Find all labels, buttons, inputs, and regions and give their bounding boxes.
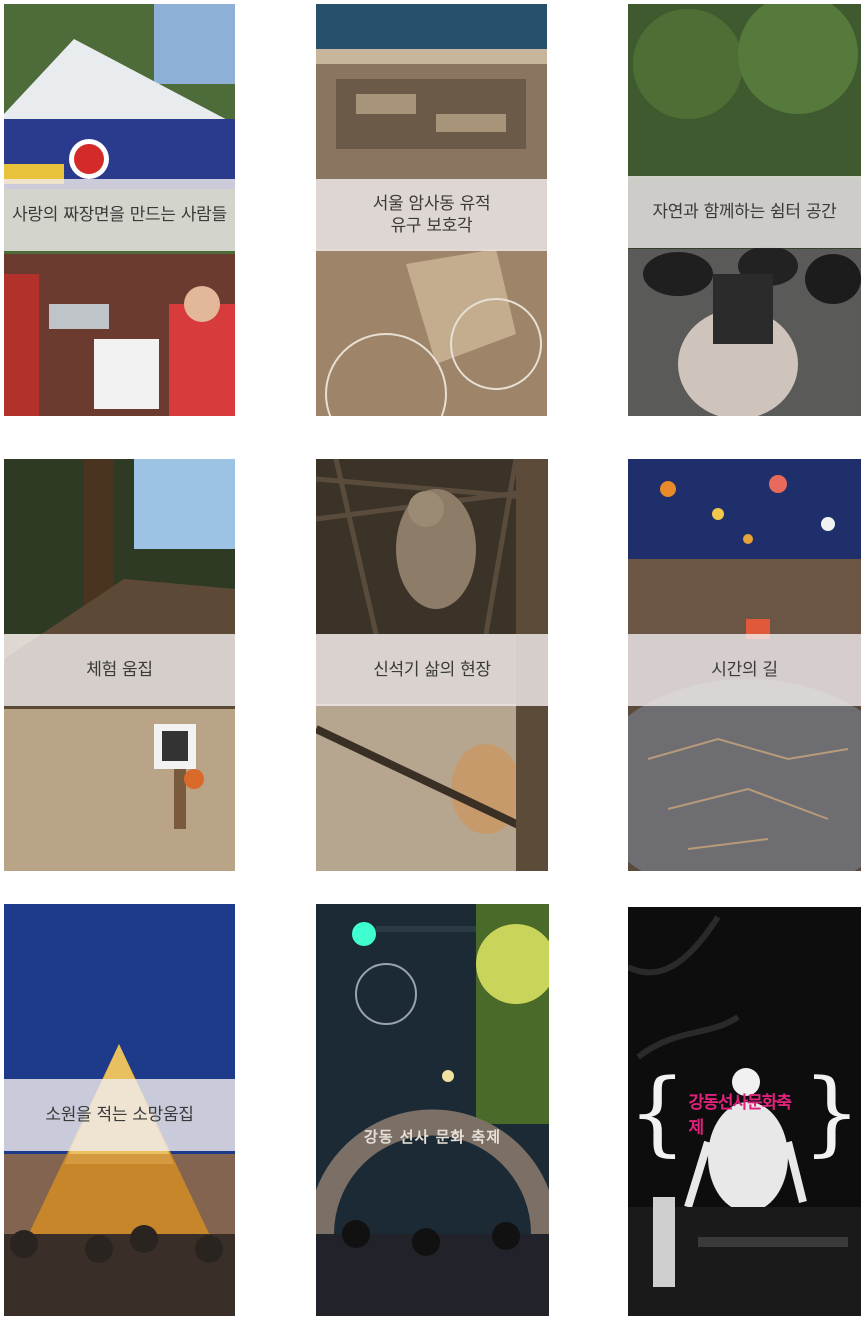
caption-band: 자연과 함께하는 쉼터 공간 (628, 176, 861, 248)
caption-band: 서울 암사동 유적 유구 보호각 (316, 179, 547, 251)
gallery-tile-7[interactable]: 소원을 적는 소망움집 (4, 904, 235, 1316)
gate-sign-text: 강동 선사 문화 축제 (363, 1128, 502, 1146)
tile-caption: 체험 움집 (86, 660, 153, 680)
gallery-tile-8[interactable]: 강동 선사 문화 축제 (316, 904, 549, 1316)
festival-logo: { 강동선사문화축제 } (628, 1067, 861, 1159)
tile-caption: 자연과 함께하는 쉼터 공간 (652, 202, 837, 222)
caption-band: 사랑의 짜장면을 만드는 사람들 (4, 179, 235, 251)
night-gate-photo (316, 904, 549, 1316)
festival-logo-text: 강동선사문화축제 (688, 1093, 792, 1138)
left-brace-icon: { (628, 1059, 687, 1166)
caption-band: 신석기 삶의 현장 (316, 634, 548, 706)
gallery-tile-5[interactable]: 신석기 삶의 현장 (316, 459, 548, 871)
tile-caption: 사랑의 짜장면을 만드는 사람들 (12, 205, 227, 225)
gallery-tile-4[interactable]: 체험 움집 (4, 459, 235, 871)
right-brace-icon: } (802, 1059, 861, 1166)
tile-caption: 서울 암사동 유적 유구 보호각 (372, 194, 491, 236)
gallery-tile-6[interactable]: 시간의 길 (628, 459, 861, 871)
caption-band: 소원을 적는 소망움집 (4, 1079, 235, 1151)
tile-caption: 신석기 삶의 현장 (373, 660, 491, 680)
caption-band: 시간의 길 (628, 634, 861, 706)
tile-caption: 소원을 적는 소망움집 (45, 1105, 194, 1125)
gallery-tile-9[interactable]: { 강동선사문화축제 } (628, 907, 861, 1316)
gallery-tile-2[interactable]: 서울 암사동 유적 유구 보호각 (316, 4, 547, 416)
gallery-tile-1[interactable]: 사랑의 짜장면을 만드는 사람들 (4, 4, 235, 416)
gallery-tile-3[interactable]: 자연과 함께하는 쉼터 공간 (628, 4, 861, 416)
tile-caption: 시간의 길 (711, 660, 778, 680)
caption-band: 체험 움집 (4, 634, 235, 706)
